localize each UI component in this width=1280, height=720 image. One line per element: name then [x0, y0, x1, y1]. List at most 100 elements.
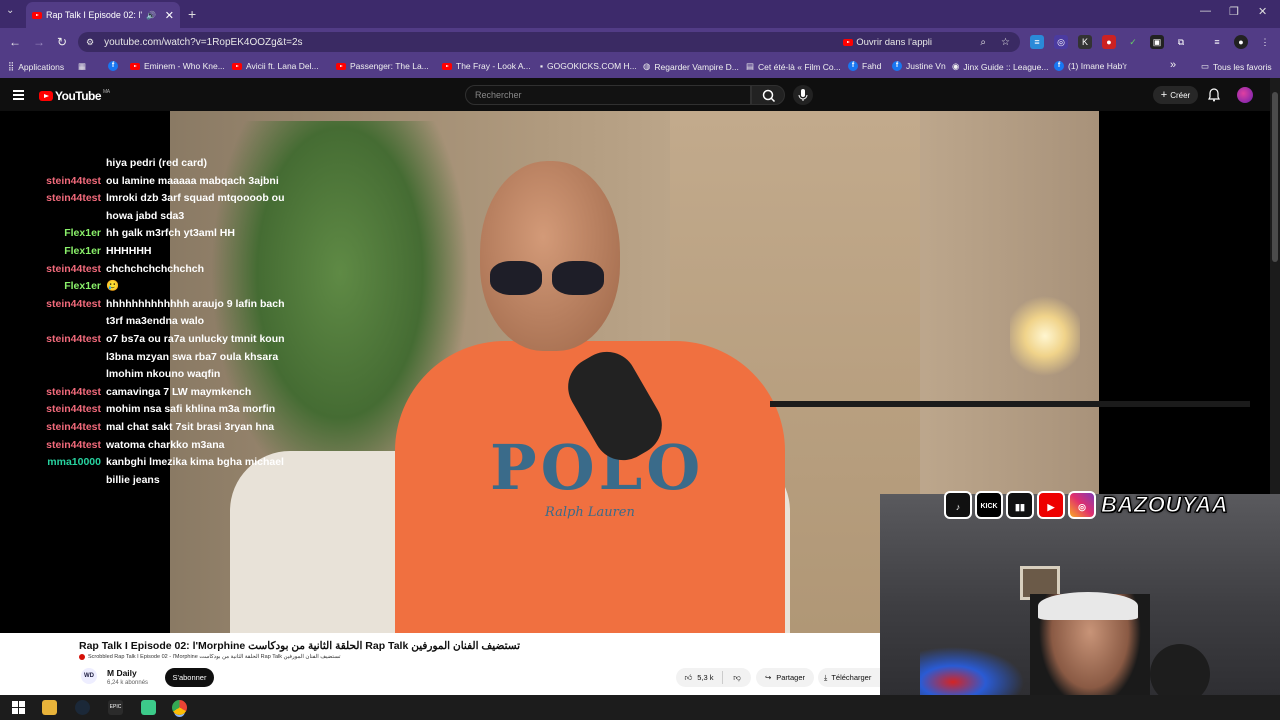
chat-message: stein44test lmroki dzb 3arf squad mtqoooo… — [0, 190, 300, 225]
youtube-icon — [442, 62, 452, 70]
menu-hamburger-icon[interactable] — [13, 90, 24, 102]
bookmark-item[interactable]: ◉ Jinx Guide :: League... — [952, 61, 1048, 72]
new-tab-icon[interactable]: + — [188, 6, 196, 22]
epic-games-icon[interactable]: EPIC — [108, 700, 123, 715]
chat-text: kanbghi lmezika kima bgha michael billie… — [106, 456, 284, 486]
maximize-icon[interactable]: ❐ — [1229, 5, 1239, 18]
windows-start-icon[interactable] — [11, 700, 26, 715]
extension-icon[interactable]: ◎ — [1054, 35, 1068, 49]
streamer-handle: BAZOUYAA — [1100, 492, 1229, 518]
chat-message: stein44test mohim nsa safi khlina m3a mor… — [0, 401, 300, 419]
forward-icon[interactable]: → — [33, 35, 45, 49]
thumbs-up-icon: 👍︎ — [684, 672, 693, 682]
bookmark-item[interactable]: Passenger: The La... — [336, 61, 429, 71]
bookmark-label: Fahd — [862, 61, 882, 71]
extensions-puzzle-icon[interactable]: ⧉ — [1174, 35, 1188, 49]
video-info-bar: Rap Talk I Episode 02: l'Morphine الحلقة… — [0, 633, 880, 695]
notifications-bell-icon[interactable] — [1208, 88, 1220, 102]
voice-search-button[interactable] — [793, 85, 813, 105]
chat-text: ou lamine maaaaa mabqach 3ajbni — [106, 174, 279, 187]
youtube-logo[interactable]: YouTube MA — [39, 89, 110, 103]
scrollbar-thumb[interactable] — [1272, 92, 1278, 262]
bookmark-item[interactable]: ▪ GOGOKICKS.COM H... — [540, 61, 637, 71]
account-avatar[interactable] — [1237, 87, 1253, 103]
browser-tab-active[interactable]: Rap Talk I Episode 02: l'Morphine 🔊 ✕ — [26, 2, 180, 28]
bookmark-item[interactable]: f — [108, 61, 118, 71]
share-button[interactable]: ↪ Partager — [756, 668, 814, 687]
folder-icon: ▭ — [1201, 61, 1210, 71]
chat-overlay: hiya pedri (red card) stein44test ou lamin… — [0, 155, 300, 489]
shirt-brand: Ralph Lauren — [545, 505, 635, 520]
back-icon[interactable]: ← — [9, 35, 21, 49]
steam-icon[interactable] — [75, 700, 90, 715]
chat-username: stein44test — [46, 438, 101, 451]
app-icon[interactable] — [141, 700, 156, 715]
url-text[interactable]: youtube.com/watch?v=1RopEK4OOZg&t=2s — [104, 37, 302, 48]
bookmark-item[interactable]: ◍ Regarder Vampire D... — [643, 61, 739, 72]
subscribe-button[interactable]: S'abonner — [165, 668, 214, 687]
bookmark-label: Cet été-là « Film Co... — [758, 61, 841, 72]
chat-message: stein44test watoma charkko m3ana — [0, 437, 300, 455]
tab-title: Rap Talk I Episode 02: l'Morphine — [46, 10, 142, 20]
create-label: Créer — [1170, 90, 1191, 100]
address-bar[interactable]: ⚙ youtube.com/watch?v=1RopEK4OOZg&t=2s O… — [78, 32, 1020, 52]
close-window-icon[interactable]: ✕ — [1258, 5, 1267, 18]
file-explorer-icon[interactable] — [42, 700, 57, 715]
speaker-icon[interactable]: 🔊 — [146, 11, 156, 20]
bookmark-item[interactable]: Avicii ft. Lana Del... — [232, 61, 319, 71]
chat-text: hh galk m3rfch yt3aml HH — [106, 227, 235, 240]
bookmark-item[interactable]: The Fray - Look A... — [442, 61, 531, 71]
zoom-search-icon[interactable]: ⌕ — [980, 37, 986, 48]
bookmark-item[interactable]: f Fahd — [848, 61, 881, 71]
chat-text: mal chat sakt 7sit brasi 3ryan hna — [106, 420, 275, 433]
tab-search-chevron-icon[interactable]: ⌄ — [6, 5, 14, 16]
bookmark-label: Tous les favoris — [1213, 61, 1272, 72]
channel-avatar[interactable]: WD — [81, 668, 97, 684]
extension-icon[interactable]: ✓ — [1126, 35, 1140, 49]
chat-username: Flex1er — [64, 227, 101, 240]
chrome-icon[interactable] — [172, 700, 187, 715]
bookmark-item[interactable]: f (1) Imane Hab'r — [1054, 61, 1127, 71]
bookmark-star-icon[interactable]: ☆ — [1001, 37, 1010, 48]
dislike-button[interactable]: 👎︎ — [723, 673, 751, 683]
reload-icon[interactable]: ↻ — [57, 35, 67, 49]
bookmark-label: Avicii ft. Lana Del... — [246, 61, 319, 71]
bookmark-item[interactable]: Eminem - Who Kne... — [130, 61, 225, 71]
create-button[interactable]: + Créer — [1153, 86, 1198, 104]
bookmark-item[interactable]: ▦ — [78, 61, 86, 72]
search-button[interactable] — [751, 85, 785, 105]
extension-icon[interactable]: ▣ — [1150, 35, 1164, 49]
close-tab-icon[interactable]: ✕ — [165, 9, 174, 22]
extension-icon[interactable]: ≡ — [1030, 35, 1044, 49]
like-count: 5,3 k — [697, 673, 714, 682]
open-in-app-button[interactable]: Ouvrir dans l'appli — [843, 37, 932, 48]
page-scrollbar[interactable] — [1270, 78, 1280, 494]
youtube-icon — [130, 62, 140, 70]
media-controls-icon[interactable]: ≡ — [1210, 35, 1224, 49]
search-input[interactable]: Rechercher — [465, 85, 751, 105]
profile-avatar-icon[interactable]: ● — [1234, 35, 1248, 49]
microphone-arm — [770, 401, 1250, 407]
bookmark-item[interactable]: f Justine Vn — [892, 61, 946, 71]
all-bookmarks-folder[interactable]: ▭ Tous les favoris — [1201, 61, 1272, 72]
more-bookmarks-chevron-icon[interactable]: » — [1170, 59, 1176, 71]
chat-text: 🥲 — [106, 280, 120, 293]
bookmark-item[interactable]: ⣿ Applications — [8, 61, 64, 72]
logo-text: YouTube — [55, 89, 102, 103]
windows-taskbar: EPIC — [0, 695, 1280, 720]
minimize-icon[interactable]: — — [1200, 5, 1211, 17]
site-info-icon[interactable]: ⚙ — [86, 37, 94, 48]
extension-icon[interactable]: K — [1078, 35, 1092, 49]
chat-message: stein44test camavinga 7 LW maymkench — [0, 384, 300, 402]
menu-dots-icon[interactable]: ⋮ — [1258, 35, 1272, 49]
download-label: Télécharger — [831, 673, 872, 682]
download-button[interactable]: ⤓ Télécharger — [818, 668, 880, 687]
chat-username: mma10000 — [47, 456, 101, 469]
bookmark-item[interactable]: ▤ Cet été-là « Film Co... — [746, 61, 841, 72]
chat-text: hhhhhhhhhhhhh araujo 9 lafin bach t3rf m… — [106, 297, 285, 328]
chat-username: stein44test — [46, 192, 101, 205]
youtube-favicon-icon — [32, 11, 42, 19]
channel-name[interactable]: M Daily — [107, 668, 137, 678]
like-button[interactable]: 👍︎ 5,3 k — [676, 671, 723, 684]
extension-icon[interactable]: ● — [1102, 35, 1116, 49]
